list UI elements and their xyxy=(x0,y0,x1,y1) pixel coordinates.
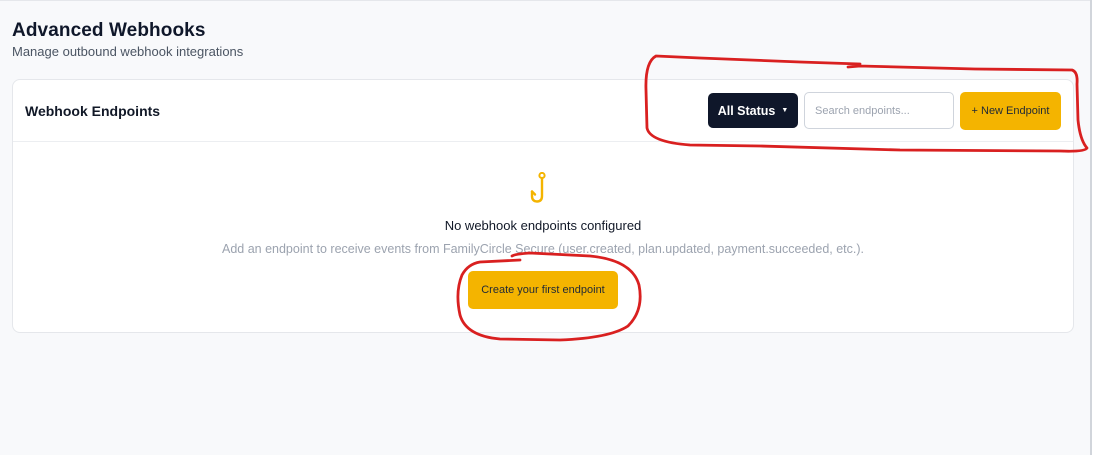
hook-icon xyxy=(530,172,546,203)
page: Advanced Webhooks Manage outbound webhoo… xyxy=(0,0,1100,455)
empty-state-title: No webhook endpoints configured xyxy=(444,218,642,233)
page-title: Advanced Webhooks xyxy=(12,20,206,41)
status-filter-label: All Status xyxy=(717,103,776,118)
scrollbar[interactable] xyxy=(1090,0,1100,455)
page-subtitle: Manage outbound webhook integrations xyxy=(12,44,244,59)
webhook-endpoints-card: Webhook Endpoints All Status ▼ + New End… xyxy=(12,79,1074,333)
new-endpoint-button[interactable]: + New Endpoint xyxy=(960,92,1061,130)
search-endpoints-input[interactable] xyxy=(804,92,954,129)
status-filter-dropdown[interactable]: All Status ▼ xyxy=(708,93,798,128)
card-title: Webhook Endpoints xyxy=(25,103,161,119)
caret-down-icon: ▼ xyxy=(781,107,789,114)
window-top-border xyxy=(0,0,1100,1)
card-header: Webhook Endpoints All Status ▼ + New End… xyxy=(13,80,1073,142)
create-first-endpoint-button[interactable]: Create your first endpoint xyxy=(468,271,618,309)
empty-state-description: Add an endpoint to receive events from F… xyxy=(221,242,864,256)
